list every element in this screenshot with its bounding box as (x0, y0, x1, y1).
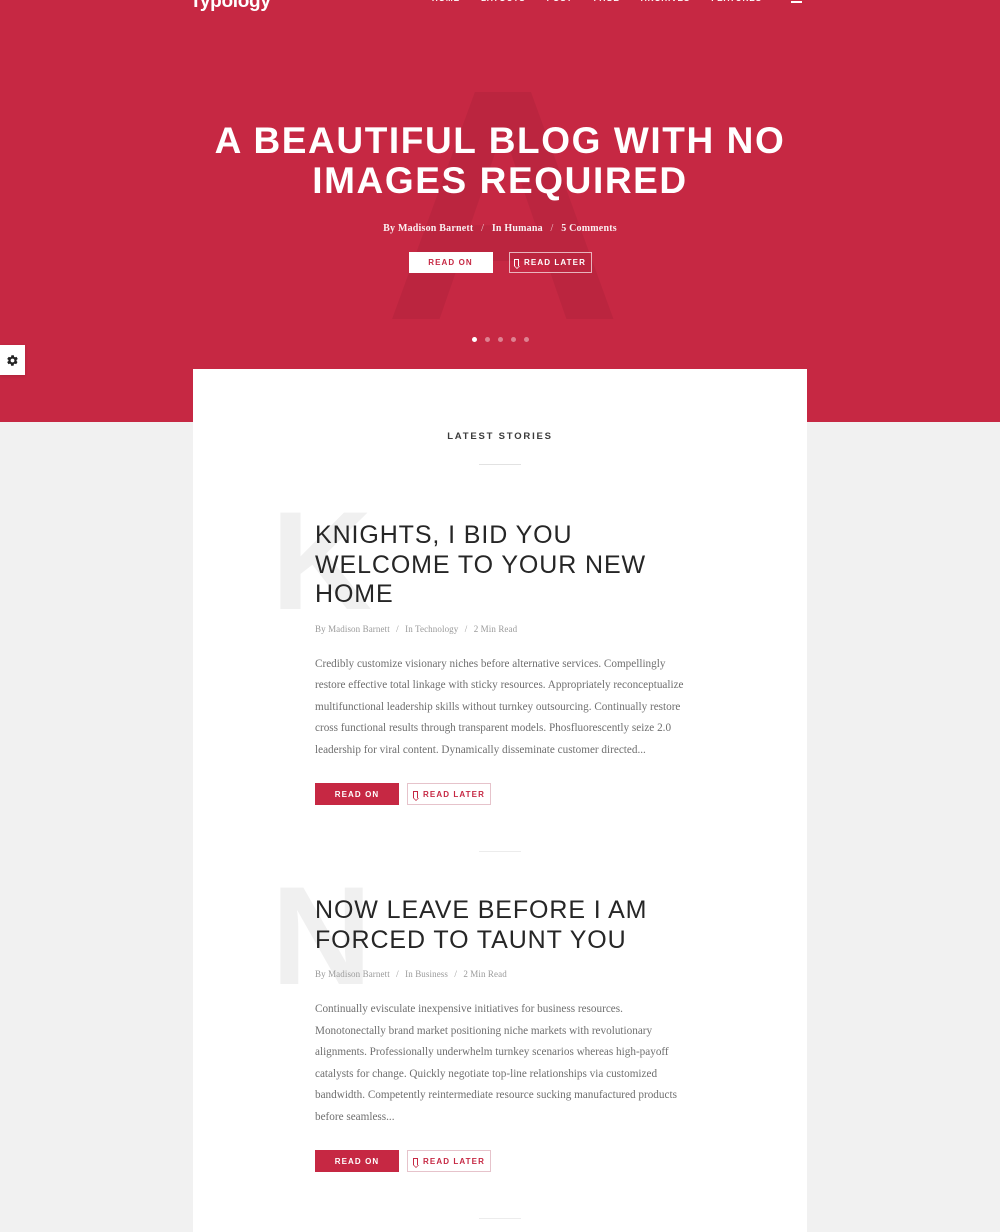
hero-comments-count[interactable]: 5 Comments (561, 223, 617, 234)
hero-read-later-label: READ LATER (524, 257, 586, 267)
slider-dot-5[interactable] (523, 337, 529, 342)
post-read-later-label-1: READ LATER (423, 789, 485, 799)
nav-item-features[interactable]: FEATURES (711, 0, 762, 3)
post-meta-sep-2a: / (396, 969, 399, 979)
hero-content: A BEAUTIFUL BLOG WITH NO IMAGES REQUIRED… (0, 16, 1000, 273)
bookmark-icon (413, 1157, 420, 1168)
post-item-2: N NOW LEAVE BEFORE I AM FORCED TO TAUNT … (193, 866, 807, 1172)
post-category-2[interactable]: In Business (405, 969, 448, 979)
hero-title: A BEAUTIFUL BLOG WITH NO IMAGES REQUIRED (214, 120, 786, 201)
bookmark-icon (413, 790, 420, 801)
gear-icon (7, 354, 18, 366)
post-title-2[interactable]: NOW LEAVE BEFORE I AM FORCED TO TAUNT YO… (315, 896, 685, 955)
main-content-card: LATEST STORIES K KNIGHTS, I BID YOU WELC… (193, 369, 807, 1232)
nav-item-layouts[interactable]: LAYOUTS (481, 0, 526, 3)
post-buttons-2: READ ON READ LATER (315, 1150, 685, 1172)
post-meta-1: By Madison Barnett / In Technology / 2 M… (315, 624, 685, 634)
main-nav: HOME LAYOUTS POST PAGE ARCHIVES FEATURES (432, 0, 802, 3)
post-meta-2: By Madison Barnett / In Business / 2 Min… (315, 969, 685, 979)
post-category-1[interactable]: In Technology (405, 624, 458, 634)
post-author-2[interactable]: Madison Barnett (328, 969, 390, 979)
post-meta-sep-2b: / (454, 969, 457, 979)
hero-meta-sep-2: / (550, 222, 554, 234)
post-read-on-button-2[interactable]: READ ON (315, 1150, 399, 1172)
hero-meta-sep-1: / (481, 222, 485, 234)
slider-dot-1[interactable] (471, 337, 477, 342)
nav-item-page[interactable]: PAGE (594, 0, 620, 3)
hero-read-later-button[interactable]: READ LATER (508, 251, 592, 273)
hero-banner: A Typology HOME LAYOUTS POST PAGE ARCHIV… (0, 0, 1000, 422)
post-read-on-button-1[interactable]: READ ON (315, 783, 399, 805)
post-item-1: K KNIGHTS, I BID YOU WELCOME TO YOUR NEW… (193, 491, 807, 805)
post-author-1[interactable]: Madison Barnett (328, 624, 390, 634)
hero-meta: By Madison Barnett / In Humana / 5 Comme… (0, 223, 1000, 234)
site-logo[interactable]: Typology (190, 0, 271, 13)
post-meta-sep-1b: / (464, 623, 468, 634)
post-excerpt-1: Credibly customize visionary niches befo… (315, 657, 684, 756)
post-read-time-1: 2 Min Read (473, 623, 518, 634)
post-buttons-1: READ ON READ LATER (315, 783, 685, 805)
slider-dot-4[interactable] (510, 337, 516, 342)
top-navigation-bar: Typology HOME LAYOUTS POST PAGE ARCHIVES… (0, 0, 1000, 16)
latest-stories-title: LATEST STORIES (447, 431, 553, 442)
hero-buttons: READ ON READ LATER (0, 251, 1000, 273)
nav-item-post[interactable]: POST (547, 0, 573, 3)
hamburger-menu-icon[interactable] (791, 0, 802, 3)
bookmark-icon (514, 258, 521, 270)
slider-dots (0, 337, 1000, 342)
latest-stories-header: LATEST STORIES (193, 369, 807, 465)
section-divider (479, 464, 521, 465)
nav-item-archives[interactable]: ARCHIVES (641, 0, 691, 3)
settings-panel-toggle[interactable] (0, 345, 25, 375)
post-by-label-1: By (315, 623, 326, 634)
hero-author[interactable]: Madison Barnett (398, 223, 474, 234)
slider-dot-2[interactable] (484, 337, 490, 342)
post-read-later-button-2[interactable]: READ LATER (407, 1150, 491, 1172)
post-meta-sep-1a: / (396, 623, 399, 634)
post-read-later-button-1[interactable]: READ LATER (407, 783, 491, 805)
hero-by-label: By (383, 222, 396, 234)
post-read-later-label-2: READ LATER (423, 1156, 485, 1166)
hero-category[interactable]: In Humana (492, 223, 543, 234)
slider-dot-3[interactable] (497, 337, 503, 342)
post-read-time-2: 2 Min Read (463, 969, 507, 979)
hero-read-on-button[interactable]: READ ON (408, 251, 493, 273)
post-by-label-2: By (315, 969, 326, 979)
nav-item-home[interactable]: HOME (432, 0, 460, 3)
post-title-1[interactable]: KNIGHTS, I BID YOU WELCOME TO YOUR NEW H… (315, 521, 685, 610)
post-separator-1 (479, 851, 521, 852)
post-separator-2 (479, 1218, 521, 1219)
post-excerpt-2: Continually evisculate inexpensive initi… (315, 1003, 677, 1123)
